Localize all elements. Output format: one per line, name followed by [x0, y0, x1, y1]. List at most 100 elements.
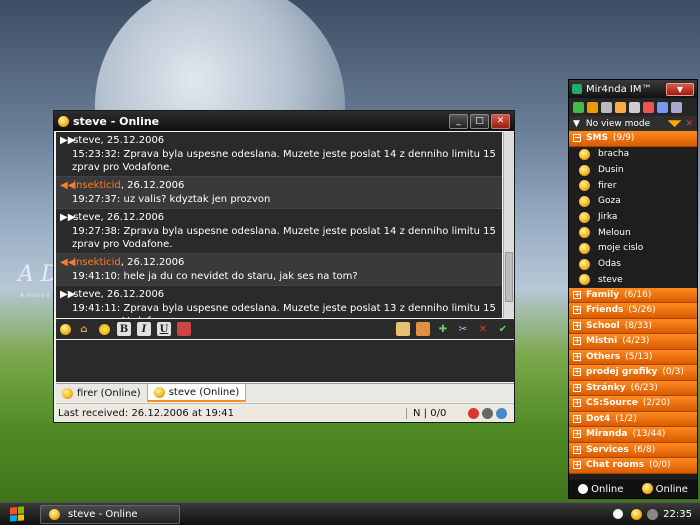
expand-icon[interactable]: + [573, 461, 581, 470]
contact-item[interactable]: Meloun [569, 225, 697, 241]
expand-icon[interactable]: + [573, 321, 581, 330]
message-body: 19:27:38: Zprava byla uspesne odeslana. … [72, 226, 496, 250]
settings-gear-icon[interactable] [671, 101, 682, 113]
chat-tab[interactable]: steve (Online) [147, 384, 247, 402]
tray-network-icon[interactable] [647, 508, 659, 520]
contact-item[interactable]: Jirka [569, 209, 697, 225]
view-mode-bar[interactable]: ▼ No view mode ◥◤ ✕ [569, 116, 697, 131]
collapse-icon[interactable]: − [573, 134, 581, 143]
contact-group[interactable]: + Chat rooms (0/0) [569, 458, 697, 474]
contact-group[interactable]: + Dot4 (1/2) [569, 411, 697, 428]
underline-button[interactable]: U [157, 322, 171, 336]
group-count: (0/3) [662, 367, 684, 378]
expand-icon[interactable]: + [573, 306, 581, 315]
bold-button[interactable]: B [117, 322, 131, 336]
tray-miranda-icon[interactable] [631, 508, 643, 520]
message-input[interactable] [56, 340, 514, 382]
contact-list-titlebar[interactable]: Mir4nda IM™ ▼ [569, 80, 697, 98]
options-icon[interactable] [629, 101, 640, 113]
contact-group[interactable]: + Friends (5/26) [569, 303, 697, 319]
start-button[interactable] [0, 504, 34, 525]
close-chat-icon[interactable]: ✕ [476, 322, 490, 336]
smiley-icon[interactable] [97, 322, 111, 336]
group-count: (6/8) [633, 444, 656, 455]
contact-group[interactable]: + Family (6/16) [569, 287, 697, 304]
groups-icon[interactable] [643, 101, 654, 113]
contact-list-menu-button[interactable]: ▼ [666, 82, 694, 96]
send-icon[interactable]: ✔ [496, 322, 510, 336]
expand-icon[interactable]: + [573, 368, 581, 377]
status-button-right[interactable]: Online [641, 483, 688, 495]
expand-icon[interactable]: + [573, 383, 581, 392]
history-scrollbar[interactable] [503, 132, 514, 318]
message-nick: insekticid [73, 257, 121, 268]
contact-item[interactable]: Goza [569, 194, 697, 210]
maximize-button[interactable]: □ [470, 113, 489, 129]
status-icons [462, 407, 514, 419]
contact-item[interactable]: Dusin [569, 162, 697, 178]
user-info-icon[interactable] [396, 322, 410, 336]
scrollbar-thumb[interactable] [505, 252, 513, 302]
close-button[interactable]: ✕ [491, 113, 510, 129]
taskbar-item-steve[interactable]: steve - Online [40, 504, 180, 524]
group-name: Miranda [586, 429, 628, 440]
contact-group[interactable]: + Services (6/8) [569, 442, 697, 459]
expand-icon[interactable]: + [573, 337, 581, 346]
group-count: (6/23) [630, 382, 658, 393]
status-menu-icon[interactable] [587, 101, 598, 113]
contact-item[interactable]: firer [569, 178, 697, 194]
chat-titlebar[interactable]: steve - Online _ □ ✕ [54, 111, 514, 131]
protocol-bulb-icon[interactable] [60, 323, 71, 335]
contact-group[interactable]: + School (8/33) [569, 318, 697, 335]
hide-offline-icon[interactable] [657, 101, 668, 113]
tray-status-icon[interactable] [613, 509, 624, 519]
contact-list-window: Mir4nda IM™ ▼ ▼ No view mode ◥◤ ✕ − SMS (9… [568, 79, 698, 499]
chat-tabs: firer (Online) steve (Online) [56, 383, 514, 402]
outgoing-arrow-icon: ▶▶ [60, 289, 76, 300]
italic-button[interactable]: I [137, 322, 151, 336]
tab-label: firer (Online) [77, 387, 141, 399]
contact-item[interactable]: bracha [569, 147, 697, 163]
folder-icon[interactable] [416, 322, 430, 336]
contact-group[interactable]: + Others (5/13) [569, 349, 697, 366]
expand-icon[interactable]: + [573, 445, 581, 454]
miranda-icon [572, 84, 582, 94]
expand-icon[interactable]: + [573, 352, 581, 361]
view-mode-config-icon[interactable]: ◥◤ [668, 119, 682, 129]
font-color-icon[interactable] [177, 322, 191, 336]
chat-tab[interactable]: firer (Online) [56, 384, 148, 402]
expand-icon[interactable]: + [573, 399, 581, 408]
contact-group[interactable]: + prodej grafiky (0/3) [569, 365, 697, 381]
message-header: ◀◀ insekticid, 26.12.2006 [60, 180, 185, 191]
minimize-button[interactable]: _ [449, 113, 468, 129]
secure-icon[interactable] [468, 407, 479, 419]
expand-icon[interactable]: + [573, 414, 581, 423]
contact-group[interactable]: − SMS (9/9) [569, 131, 697, 147]
expand-icon[interactable]: + [573, 290, 581, 299]
view-mode-clear-icon[interactable]: ✕ [685, 119, 693, 129]
main-menu-icon[interactable] [573, 101, 584, 113]
contact-group[interactable]: + CS:Source (2/20) [569, 396, 697, 412]
typing-icon[interactable] [482, 407, 493, 419]
contact-item[interactable]: Odas [569, 256, 697, 272]
edit-icon[interactable] [496, 407, 507, 419]
sound-icon[interactable] [601, 101, 612, 113]
tools-icon[interactable]: ✂ [456, 322, 470, 336]
contact-status-icon [579, 211, 590, 223]
contact-name: Odas [598, 259, 622, 270]
contact-item[interactable]: moje cislo [569, 241, 697, 257]
message-history[interactable]: ▶▶ steve, 25.12.2006 15:23:32: Zprava byl… [56, 132, 502, 318]
plugin-icon[interactable]: ✚ [436, 322, 450, 336]
contact-group[interactable]: + Miranda (13/44) [569, 427, 697, 443]
status-button-left[interactable]: Online [578, 483, 623, 495]
message-nick: steve [73, 212, 101, 223]
contact-group[interactable]: + Mistni (4/23) [569, 334, 697, 350]
view-mode-arrow-icon[interactable]: ▼ [573, 119, 580, 129]
expand-icon[interactable]: + [573, 430, 581, 439]
contact-item[interactable]: steve [569, 272, 697, 288]
find-user-icon[interactable] [615, 101, 626, 113]
contact-group[interactable]: + Stránky (6/23) [569, 380, 697, 397]
history-icon[interactable]: ⌂ [77, 322, 91, 336]
message-time: 19:27:37 [72, 194, 117, 205]
online-dot-icon [578, 483, 589, 494]
